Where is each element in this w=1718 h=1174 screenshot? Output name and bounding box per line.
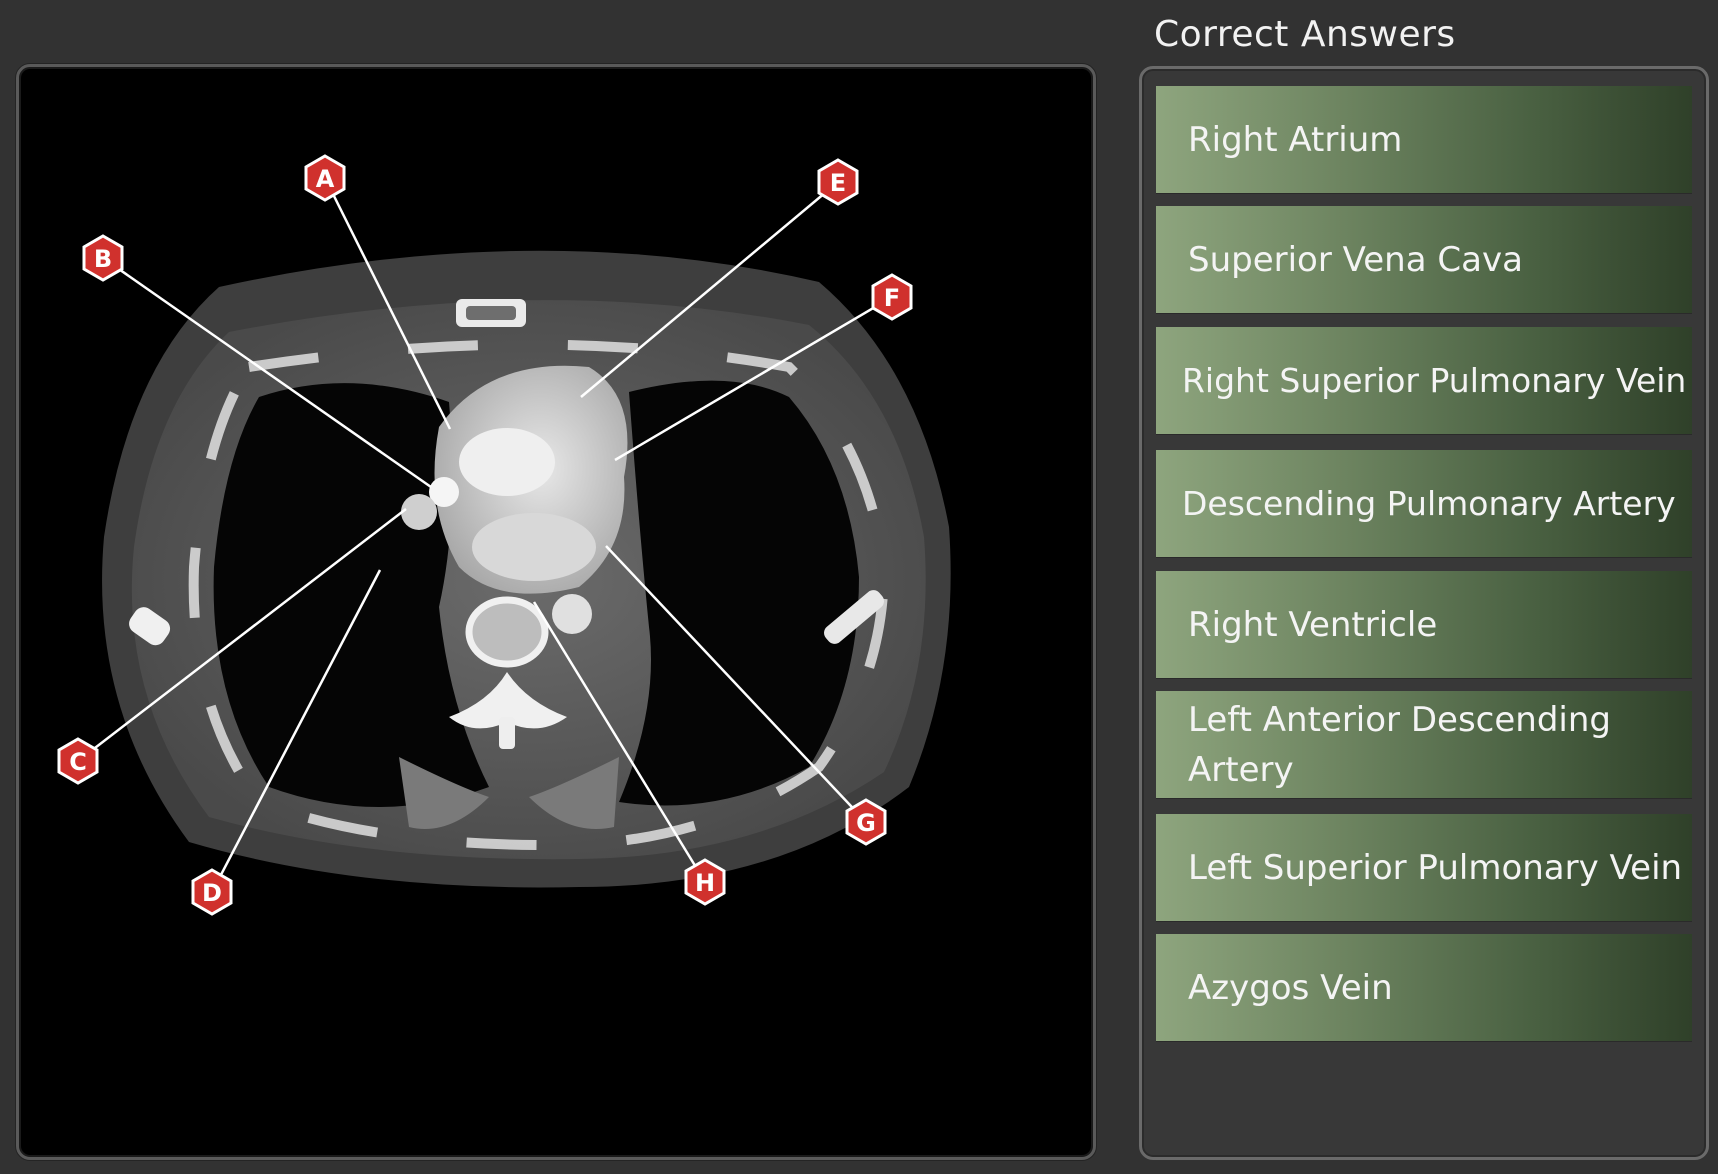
marker-f-hexagon[interactable]: F bbox=[871, 273, 913, 321]
answer-item-8[interactable]: Azygos Vein bbox=[1156, 934, 1692, 1041]
answer-item-4[interactable]: Descending Pulmonary Artery bbox=[1156, 450, 1692, 557]
marker-d-hexagon[interactable]: D bbox=[191, 868, 233, 916]
marker-b-label: B bbox=[94, 245, 112, 273]
marker-e-label: E bbox=[830, 169, 846, 197]
marker-a-label: A bbox=[316, 165, 335, 193]
answers-title: Correct Answers bbox=[1154, 14, 1456, 55]
marker-c-label: C bbox=[69, 748, 87, 776]
marker-g-hexagon[interactable]: G bbox=[845, 798, 887, 846]
marker-f-label: F bbox=[884, 284, 900, 312]
ct-scan-image: A B C D E F G H bbox=[57, 154, 951, 916]
marker-b-hexagon[interactable]: B bbox=[82, 234, 124, 282]
answers-panel: Right Atrium Superior Vena Cava Right Su… bbox=[1139, 66, 1709, 1160]
answer-item-7[interactable]: Left Superior Pulmonary Vein bbox=[1156, 814, 1692, 921]
marker-h-label: H bbox=[695, 869, 715, 897]
answer-item-3[interactable]: Right Superior Pulmonary Vein bbox=[1156, 327, 1692, 434]
answer-item-1[interactable]: Right Atrium bbox=[1156, 86, 1692, 193]
answer-item-2[interactable]: Superior Vena Cava bbox=[1156, 206, 1692, 313]
ct-image-viewer: A B C D E F G H bbox=[16, 64, 1096, 1160]
marker-d-label: D bbox=[202, 879, 222, 907]
marker-c-hexagon[interactable]: C bbox=[57, 737, 99, 785]
marker-h-hexagon[interactable]: H bbox=[684, 858, 726, 906]
answer-item-6[interactable]: Left Anterior Descending Artery bbox=[1156, 691, 1692, 798]
marker-e-hexagon[interactable]: E bbox=[817, 158, 859, 206]
answer-item-5[interactable]: Right Ventricle bbox=[1156, 571, 1692, 678]
marker-a-hexagon[interactable]: A bbox=[304, 154, 346, 202]
marker-g-label: G bbox=[856, 809, 876, 837]
